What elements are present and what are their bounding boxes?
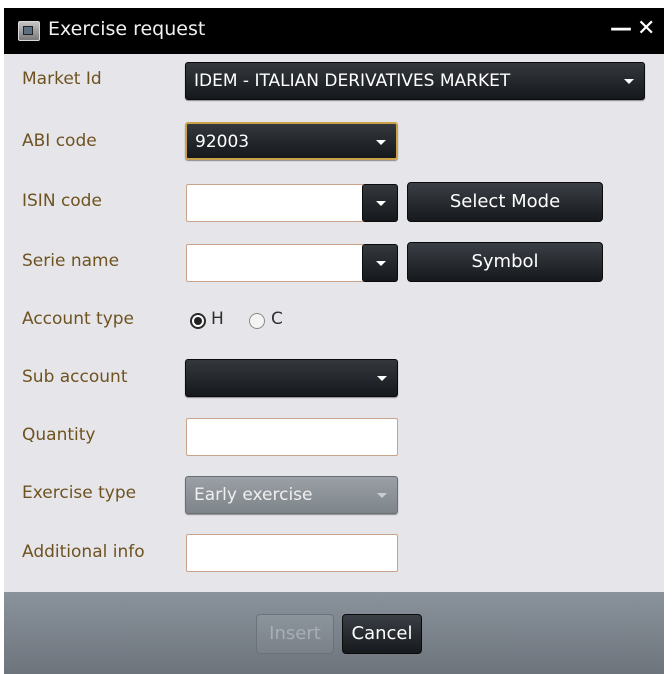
market-id-select[interactable]: IDEM - ITALIAN DERIVATIVES MARKET (185, 62, 645, 100)
quantity-input[interactable] (186, 418, 398, 456)
exercise-type-select: Early exercise (185, 476, 398, 514)
chevron-down-icon (376, 140, 386, 145)
additional-info-label: Additional info (22, 542, 145, 562)
serie-name-label: Serie name (22, 251, 120, 271)
window-title: Exercise request (48, 18, 206, 40)
quantity-label: Quantity (22, 425, 96, 445)
cancel-button[interactable]: Cancel (342, 614, 422, 654)
select-mode-button[interactable]: Select Mode (407, 182, 603, 222)
exercise-type-label: Exercise type (22, 483, 137, 503)
title-bar[interactable]: Exercise request — ✕ (4, 8, 664, 54)
chevron-down-icon (377, 376, 387, 381)
chevron-down-icon (376, 261, 386, 266)
isin-code-label: ISIN code (22, 191, 102, 211)
abi-code-select[interactable]: 92003 (185, 122, 398, 160)
isin-code-dropdown-button[interactable] (362, 184, 398, 222)
account-type-h-label: H (211, 309, 224, 329)
form-area: Market Id IDEM - ITALIAN DERIVATIVES MAR… (4, 54, 664, 592)
chevron-down-icon (624, 79, 634, 84)
account-type-c-label: C (271, 309, 283, 329)
abi-code-value: 92003 (195, 132, 250, 152)
isin-code-input[interactable] (186, 184, 364, 222)
account-type-h-radio[interactable] (190, 313, 206, 329)
insert-button[interactable]: Insert (256, 614, 334, 654)
serie-name-input[interactable] (186, 244, 364, 282)
symbol-button[interactable]: Symbol (407, 242, 603, 282)
abi-code-label: ABI code (22, 131, 97, 151)
account-type-c-radio[interactable] (249, 313, 265, 329)
dialog-footer: Insert Cancel (4, 592, 664, 674)
sub-account-label: Sub account (22, 367, 128, 387)
sub-account-select[interactable] (185, 359, 398, 397)
chevron-down-icon (376, 201, 386, 206)
exercise-request-dialog: Exercise request — ✕ Market Id IDEM - IT… (4, 8, 664, 674)
window-app-icon (18, 21, 40, 41)
minimize-button[interactable]: — (610, 16, 632, 42)
chevron-down-icon (377, 493, 387, 498)
close-button[interactable]: ✕ (637, 16, 655, 42)
market-id-label: Market Id (22, 69, 102, 89)
exercise-type-value: Early exercise (194, 485, 313, 505)
additional-info-input[interactable] (186, 534, 398, 572)
account-type-label: Account type (22, 309, 135, 329)
market-id-value: IDEM - ITALIAN DERIVATIVES MARKET (194, 71, 511, 91)
serie-name-dropdown-button[interactable] (362, 244, 398, 282)
